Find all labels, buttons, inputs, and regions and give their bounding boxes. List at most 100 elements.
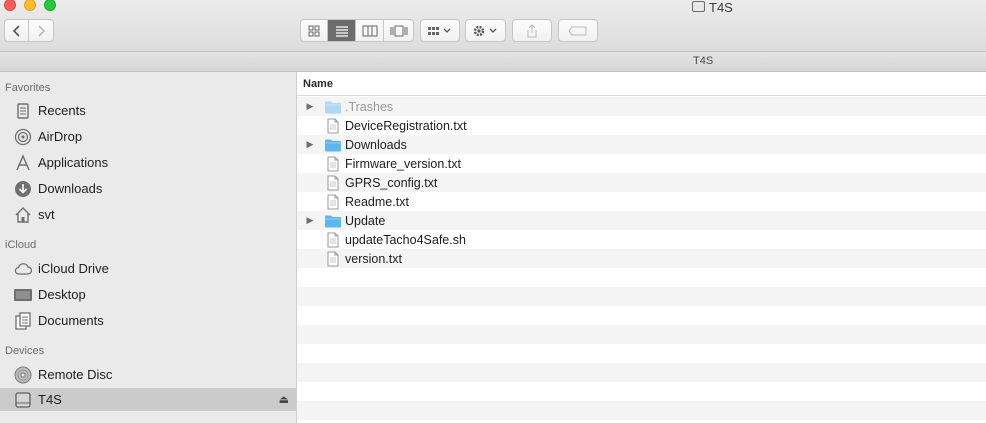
disclosure-triangle-icon[interactable]: ▶ (297, 215, 323, 226)
disclosure-triangle-icon[interactable]: ▶ (297, 101, 323, 112)
sidebar-item-label: Downloads (38, 181, 103, 196)
sidebar-item-applications[interactable]: Applications (0, 151, 296, 174)
list-item[interactable]: version.txt (297, 249, 986, 268)
list-icon (335, 25, 348, 37)
empty-row (297, 344, 986, 363)
sidebar-item-label: AirDrop (38, 129, 83, 144)
file-name: version.txt (345, 251, 402, 266)
sidebar-item-label: svt (38, 207, 55, 222)
path-current: T4S (693, 55, 714, 67)
sidebar-item-remote-disc[interactable]: Remote Disc (0, 363, 296, 386)
file-name: Update (345, 213, 386, 228)
sidebar-item-label: Remote Disc (38, 367, 113, 382)
airdrop-icon (13, 127, 32, 146)
zoom-window-button[interactable] (44, 0, 56, 11)
share-button[interactable] (512, 19, 552, 42)
tag-icon (568, 26, 587, 35)
applications-icon (13, 153, 32, 172)
recents-icon (13, 101, 32, 120)
gallery-view-button[interactable] (384, 19, 414, 42)
sidebar-item-label: Recents (38, 103, 86, 118)
arrange-button[interactable] (420, 19, 460, 42)
forward-button[interactable] (29, 19, 54, 42)
columns-icon (362, 25, 377, 36)
list-item[interactable]: Firmware_version.txt (297, 154, 986, 173)
minimize-window-button[interactable] (24, 0, 36, 11)
desktop-icon (13, 285, 32, 304)
back-button[interactable] (4, 19, 29, 42)
window-title: T4S (692, 0, 733, 15)
empty-row (297, 268, 986, 287)
sidebar-item-recents[interactable]: Recents (0, 99, 296, 122)
empty-row (297, 287, 986, 306)
toolbar: T4S (0, 0, 986, 52)
list-item[interactable]: updateTacho4Safe.sh (297, 230, 986, 249)
file-list: Name ▶ .Trashes DeviceRegistration.txt ▶ Dow… (297, 72, 986, 423)
column-header-name[interactable]: Name (297, 72, 986, 96)
sidebar-item-icloud-drive[interactable]: iCloud Drive (0, 257, 296, 280)
cloud-icon (13, 259, 32, 278)
list-item[interactable]: ▶ Downloads (297, 135, 986, 154)
icon-view-button[interactable] (300, 19, 328, 42)
document-icon (323, 251, 343, 267)
list-item[interactable]: GPRS_config.txt (297, 173, 986, 192)
window-title-text: T4S (709, 0, 733, 15)
drive-icon (692, 0, 705, 12)
sidebar: Favorites Recents AirDrop Applications D… (0, 72, 297, 423)
file-name: Firmware_version.txt (345, 156, 461, 171)
sidebar-item-label: T4S (38, 392, 62, 407)
file-name: updateTacho4Safe.sh (345, 232, 466, 247)
disc-icon (13, 365, 32, 384)
path-bar: T4S (0, 52, 986, 72)
sidebar-item-documents[interactable]: Documents (0, 309, 296, 332)
window-controls (4, 0, 56, 11)
close-window-button[interactable] (4, 0, 16, 11)
list-item[interactable]: ▶ .Trashes (297, 97, 986, 116)
list-item[interactable]: DeviceRegistration.txt (297, 116, 986, 135)
empty-row (297, 363, 986, 382)
action-menu-button[interactable] (465, 19, 506, 42)
view-mode-control (300, 19, 414, 42)
folder-icon (323, 137, 343, 153)
file-name: Downloads (345, 137, 407, 152)
sidebar-item-t4s[interactable]: T4S ⏏ (0, 388, 296, 411)
list-view-button[interactable] (328, 19, 356, 42)
file-name: GPRS_config.txt (345, 175, 438, 190)
empty-row (297, 306, 986, 325)
document-icon (323, 156, 343, 172)
list-item[interactable]: ▶ Update (297, 211, 986, 230)
sidebar-item-label: Applications (38, 155, 109, 170)
sidebar-section-icloud: iCloud (5, 239, 37, 251)
document-icon (323, 232, 343, 248)
sidebar-item-airdrop[interactable]: AirDrop (0, 125, 296, 148)
navigation-buttons (4, 19, 54, 42)
sidebar-item-downloads[interactable]: Downloads (0, 177, 296, 200)
empty-row (297, 401, 986, 420)
disclosure-triangle-icon[interactable]: ▶ (297, 139, 323, 150)
arrange-grid-chevron-icon (428, 26, 451, 35)
list-item[interactable]: Readme.txt (297, 192, 986, 211)
document-icon (323, 175, 343, 191)
cover-flow-icon (390, 25, 407, 36)
sidebar-item-desktop[interactable]: Desktop (0, 283, 296, 306)
document-icon (323, 118, 343, 134)
column-view-button[interactable] (356, 19, 384, 42)
folder-icon (323, 213, 343, 229)
empty-row (297, 382, 986, 401)
gear-chevron-icon (473, 25, 496, 36)
chevron-right-icon (38, 24, 46, 37)
sidebar-section-favorites: Favorites (5, 82, 51, 94)
document-icon (323, 194, 343, 210)
file-name: DeviceRegistration.txt (345, 118, 467, 133)
file-name: Readme.txt (345, 194, 409, 209)
folder-icon (323, 99, 343, 115)
sidebar-section-devices: Devices (5, 345, 45, 357)
sidebar-item-label: Documents (38, 313, 104, 328)
sidebar-item-label: Desktop (38, 287, 86, 302)
sidebar-item-label: iCloud Drive (38, 261, 109, 276)
eject-icon[interactable]: ⏏ (279, 393, 289, 406)
sidebar-item-svt[interactable]: svt (0, 203, 296, 226)
file-name: .Trashes (345, 99, 394, 114)
tags-button[interactable] (558, 19, 598, 42)
home-icon (13, 205, 32, 224)
